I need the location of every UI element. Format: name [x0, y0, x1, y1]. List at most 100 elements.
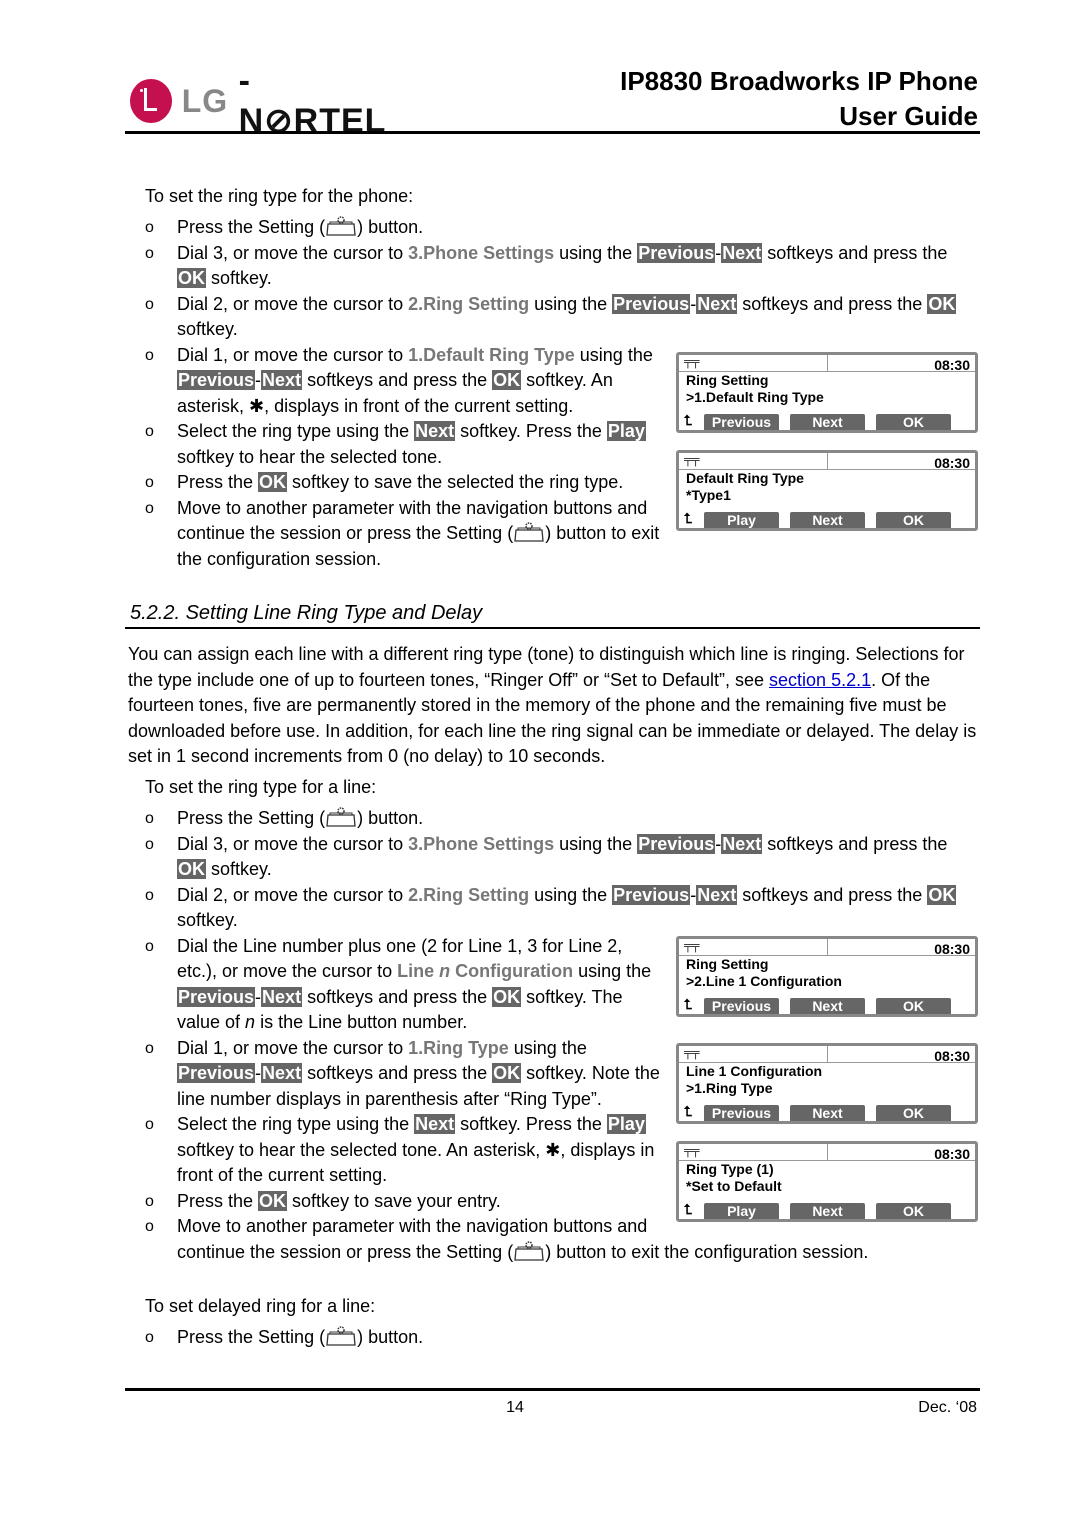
- section-link[interactable]: section 5.2.1: [769, 670, 871, 690]
- softkey-2[interactable]: Next: [790, 512, 865, 528]
- lg-face-icon: [130, 79, 172, 123]
- phone-screen: ╤╤ 08:30 Ring Setting >2.Line 1 Configura…: [676, 936, 978, 1017]
- clock: 08:30: [934, 455, 970, 471]
- softkey-label: Previous: [177, 1063, 256, 1083]
- softkey-1[interactable]: Previous: [704, 1105, 779, 1121]
- softkey-3[interactable]: OK: [876, 998, 951, 1014]
- text: Press the Setting (: [177, 217, 326, 237]
- text: softkey. Press the: [455, 421, 607, 441]
- list-item: Dial 2, or move the cursor to 2.Ring Set…: [145, 883, 980, 934]
- softkey-label: Previous: [637, 242, 716, 263]
- text: Dial 1, or move the cursor to: [177, 344, 409, 365]
- phone-screen: ╤╤ 08:30 Default Ring Type *Type1 ⮤ Play …: [676, 450, 978, 531]
- softkey-label: Previous: [612, 884, 691, 905]
- softkey-2[interactable]: Next: [790, 1203, 865, 1219]
- list-item: Select the ring type using the Next soft…: [145, 1112, 665, 1189]
- softkey-label: Previous: [612, 293, 691, 314]
- softkey-label: Next: [414, 1114, 456, 1134]
- list-item: Dial 1, or move the cursor to 1.Ring Typ…: [145, 1036, 665, 1113]
- setting-button-icon: [325, 1326, 357, 1346]
- softkey-1[interactable]: Play: [704, 512, 779, 528]
- menu-item-ref: 1.Ring Type: [408, 1037, 509, 1058]
- text: using the: [554, 242, 638, 263]
- softkey-1[interactable]: Previous: [704, 414, 779, 430]
- text: softkeys and press the: [302, 370, 493, 390]
- back-arrow-icon: ⮤: [684, 996, 693, 1012]
- softkey-3[interactable]: OK: [876, 1105, 951, 1121]
- phone-screen: ╤╤ 08:30 Line 1 Configuration >1.Ring Typ…: [676, 1043, 978, 1124]
- clock: 08:30: [934, 1146, 970, 1162]
- softkey-label: OK: [492, 370, 522, 390]
- softkey-label: Next: [261, 370, 303, 390]
- softkey-label: OK: [177, 268, 206, 288]
- softkey-1[interactable]: Play: [704, 1203, 779, 1219]
- network-icon: ╤╤: [684, 1047, 700, 1059]
- clock: 08:30: [934, 941, 970, 957]
- text: ) button.: [357, 217, 424, 237]
- softkey-label: Previous: [177, 370, 256, 390]
- softkey-3[interactable]: OK: [876, 1203, 951, 1219]
- text: using the: [529, 884, 613, 905]
- section2-intro: To set the ring type for a line:: [145, 777, 377, 797]
- asterisk-icon: ✱: [249, 395, 265, 416]
- softkey-2[interactable]: Next: [790, 414, 865, 430]
- text: softkey to save your entry.: [287, 1190, 501, 1211]
- list-item: Dial 2, or move the cursor to 2.Ring Set…: [145, 292, 980, 343]
- list-item: Press the OK softkey to save your entry.: [145, 1189, 665, 1215]
- menu-item-ref: Line: [397, 961, 440, 981]
- text: Press the: [177, 472, 259, 492]
- screen-line-2: >1.Ring Type: [686, 1080, 773, 1096]
- softkey-1[interactable]: Previous: [704, 998, 779, 1014]
- section2-list2: Press the Setting () button.: [145, 1325, 980, 1351]
- text: ) button to exit the configuration sessi…: [545, 1241, 869, 1262]
- list-item: Select the ring type using the Next soft…: [145, 419, 665, 470]
- text: softkey to hear the selected tone. An as…: [177, 1139, 546, 1160]
- setting-button-icon: [325, 807, 357, 827]
- softkey-label: OK: [492, 986, 522, 1007]
- menu-item-ref: Configuration: [450, 961, 574, 981]
- footer-rule: [125, 1388, 980, 1391]
- text: using the: [508, 1037, 587, 1058]
- softkey-2[interactable]: Next: [790, 998, 865, 1014]
- softkey-3[interactable]: OK: [876, 414, 951, 430]
- footer-date: Dec. ‘08: [918, 1399, 977, 1416]
- text: Dial 2, or move the cursor to: [177, 884, 409, 905]
- text: ) button.: [357, 808, 424, 828]
- text: softkey.: [206, 268, 272, 288]
- text: using the: [529, 293, 613, 314]
- list-item: Dial 3, or move the cursor to 3.Phone Se…: [145, 832, 980, 883]
- text: softkey. Press the: [455, 1114, 607, 1134]
- page-number: 14: [506, 1399, 524, 1416]
- status-bar: ╤╤ 08:30: [679, 1144, 975, 1161]
- phone-screen: ╤╤ 08:30 Ring Type (1) *Set to Default ⮤ …: [676, 1141, 978, 1222]
- list-item: Move to another parameter with the navig…: [145, 496, 665, 573]
- asterisk-icon: ✱: [545, 1139, 561, 1160]
- variable: n: [245, 1012, 256, 1032]
- text: Press the: [177, 1190, 259, 1211]
- softkey-label: Next: [261, 986, 303, 1007]
- menu-item-ref: 1.Default Ring Type: [408, 344, 575, 365]
- screen-line-2: *Type1: [686, 487, 731, 503]
- softkey-label: OK: [258, 1190, 288, 1211]
- text: continue the session or press the Settin…: [177, 1241, 514, 1262]
- back-arrow-icon: ⮤: [684, 1103, 693, 1119]
- softkey-label: OK: [927, 884, 957, 905]
- softkey-label: Previous: [637, 833, 716, 854]
- phone-screen: ╤╤ 08:30 Ring Setting >1.Default Ring Typ…: [676, 352, 978, 433]
- softkey-label: Next: [721, 833, 763, 854]
- list-item: Dial 3, or move the cursor to 3.Phone Se…: [145, 241, 980, 292]
- screen-line-1: Ring Type (1): [686, 1161, 774, 1177]
- text: softkey to save the selected the ring ty…: [287, 472, 624, 492]
- softkey-3[interactable]: OK: [876, 512, 951, 528]
- screen-line-1: Default Ring Type: [686, 470, 804, 486]
- text: using the: [554, 833, 638, 854]
- list-item: Press the OK softkey to save the selecte…: [145, 470, 665, 496]
- softkey-label: Next: [261, 1063, 303, 1083]
- heading-rule: [125, 627, 980, 629]
- lg-nortel-logo: LG - N⊘RTEL: [130, 62, 400, 140]
- text: using the: [574, 344, 653, 365]
- softkey-2[interactable]: Next: [790, 1105, 865, 1121]
- list-item: Press the Setting () button.: [145, 806, 980, 832]
- text: Move to another parameter with the navig…: [177, 1216, 648, 1236]
- text: softkeys and press the: [762, 833, 948, 854]
